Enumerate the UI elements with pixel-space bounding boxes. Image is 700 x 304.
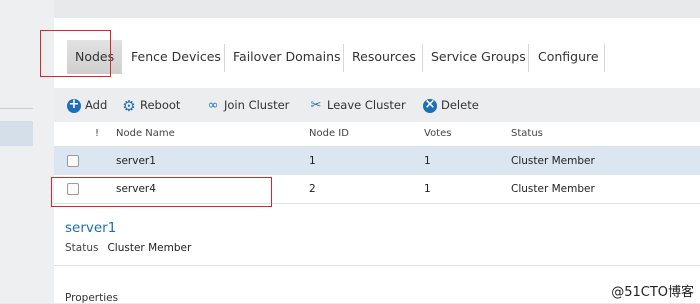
table-row[interactable]: server1 1 1 Cluster Member [54,147,700,175]
table-header: ! Node Name Node ID Votes Status [54,122,700,147]
properties-heading: Properties [65,292,119,304]
column-header-flag[interactable]: ! [95,122,99,146]
highlight-box-server4-row [51,177,272,207]
reboot-button[interactable]: ⚙ Reboot [122,97,180,114]
delete-button[interactable]: Delete [423,97,479,114]
tab-bar: Nodes Fence Devices Failover Domains Res… [54,18,700,88]
left-divider [0,108,33,109]
delete-icon [423,97,437,113]
link-icon: ∞ [207,97,219,113]
unlink-icon: ✂ [310,97,322,113]
tab-separator [528,44,529,72]
tab-fence-devices[interactable]: Fence Devices [123,40,229,74]
column-header-votes[interactable]: Votes [424,122,451,146]
join-cluster-button[interactable]: ∞ Join Cluster [206,97,290,114]
tab-configure[interactable]: Configure [530,40,607,74]
add-label: Add [85,98,108,112]
votes-cell: 1 [424,155,431,167]
column-header-node-id[interactable]: Node ID [309,122,349,146]
add-icon [67,97,81,113]
detail-status: Status Cluster Member [65,242,191,254]
column-header-node-name[interactable]: Node Name [116,122,175,146]
status-cell: Cluster Member [511,183,595,195]
tab-service-groups[interactable]: Service Groups [423,40,534,74]
status-label: Status [65,242,99,254]
toolbar: Add ⚙ Reboot ∞ Join Cluster ✂ Leave Clus… [54,88,700,122]
tab-separator [121,44,122,72]
leave-cluster-button[interactable]: ✂ Leave Cluster [309,97,406,114]
node-id-cell: 1 [309,155,316,167]
watermark: @51CTO博客 [611,285,694,300]
join-cluster-label: Join Cluster [224,98,290,112]
gear-icon: ⚙ [122,96,136,115]
status-value: Cluster Member [107,242,192,254]
row-checkbox[interactable] [67,155,79,167]
tab-resources[interactable]: Resources [344,40,424,74]
delete-label: Delete [441,98,479,112]
left-selected-item[interactable] [0,121,33,146]
add-button[interactable]: Add [67,97,107,114]
node-id-cell: 2 [309,183,316,195]
highlight-box-nodes-tab [40,30,111,77]
reboot-label: Reboot [140,98,181,112]
tab-failover-domains[interactable]: Failover Domains [225,40,349,74]
column-header-status[interactable]: Status [511,122,543,146]
votes-cell: 1 [424,183,431,195]
node-detail-panel: server1 Status Cluster Member [54,208,700,266]
main-panel: Nodes Fence Devices Failover Domains Res… [54,18,700,304]
tab-separator [604,44,605,72]
node-name-cell: server1 [116,155,156,167]
status-cell: Cluster Member [511,155,595,167]
detail-title: server1 [65,220,117,236]
leave-cluster-label: Leave Cluster [327,98,406,112]
